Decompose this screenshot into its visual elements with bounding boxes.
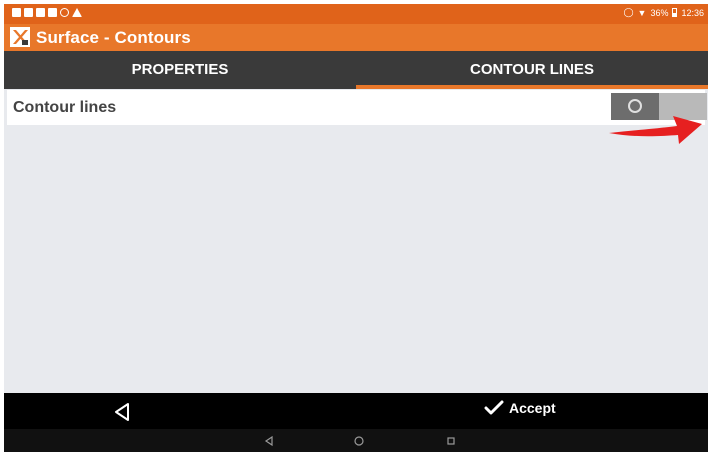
back-triangle-icon [115, 403, 129, 421]
folder-icon [48, 8, 57, 17]
wifi-icon: ▼ [637, 7, 647, 18]
nav-back-icon[interactable] [262, 434, 276, 448]
system-status: ◯ ▼ 36% 12:36 [623, 7, 704, 18]
battery-percent: 36% [650, 7, 669, 18]
page-title: Surface - Contours [36, 28, 191, 47]
contour-lines-row: Contour lines [7, 90, 707, 125]
sync-icon [60, 8, 69, 17]
app-bar: Surface - Contours [4, 24, 708, 51]
app-screen: ◯ ▼ 36% 12:36 Surface - Contours PROPERT… [4, 4, 708, 452]
notification-icon [12, 8, 21, 17]
tab-bar: PROPERTIES CONTOUR LINES [4, 51, 708, 89]
clock: 12:36 [681, 7, 704, 18]
status-bar: ◯ ▼ 36% 12:36 [4, 4, 708, 24]
system-nav-bar [4, 429, 708, 452]
notification-icons [12, 8, 82, 17]
app-logo-icon [10, 27, 30, 47]
checkmark-icon [484, 400, 504, 415]
contour-lines-label: Contour lines [13, 99, 117, 116]
gallery-icon [36, 8, 45, 17]
nav-home-icon[interactable] [352, 434, 366, 448]
nav-recents-icon[interactable] [444, 434, 458, 448]
warning-icon [72, 8, 82, 17]
red-arrow-icon [609, 116, 702, 144]
gallery-icon [24, 8, 33, 17]
battery-icon [672, 8, 678, 17]
tab-contour-lines[interactable]: CONTOUR LINES [356, 51, 708, 89]
accept-label: Accept [509, 400, 556, 416]
accept-button[interactable]: Accept [484, 400, 556, 416]
tab-properties[interactable]: PROPERTIES [4, 51, 356, 89]
back-button[interactable] [112, 401, 134, 423]
action-bar: Accept [4, 393, 708, 429]
vibrate-icon: ◯ [623, 7, 634, 17]
